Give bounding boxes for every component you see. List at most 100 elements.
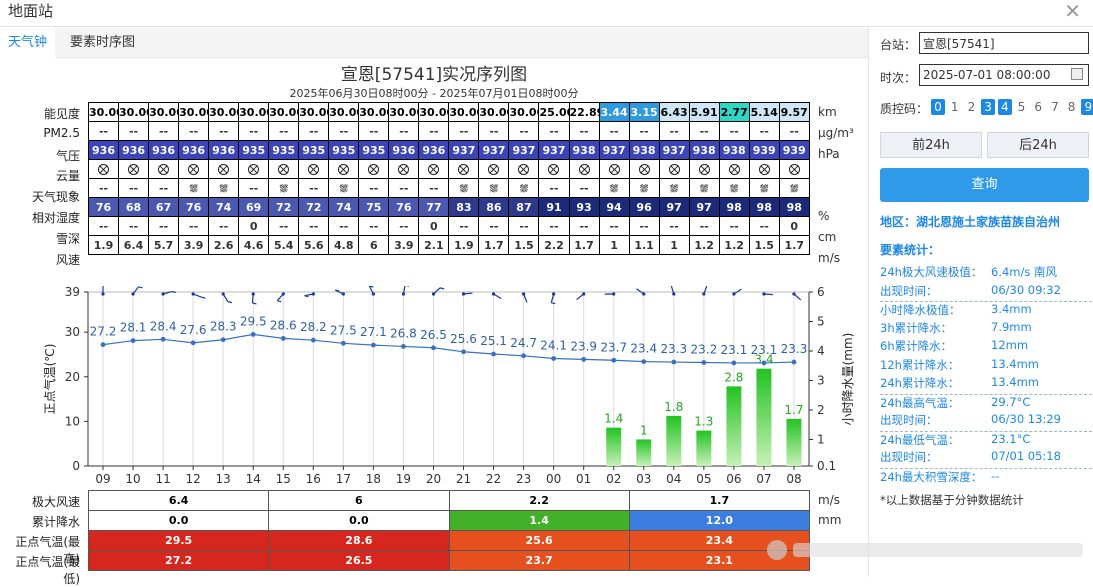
row-cloud xyxy=(89,160,810,179)
snow-cell: -- xyxy=(719,217,749,236)
snow-cell: -- xyxy=(659,217,689,236)
qc-code-8[interactable]: 8 xyxy=(1065,99,1079,115)
precip-bar-label: 2.8 xyxy=(724,370,743,384)
weather-cell: -- xyxy=(89,179,119,198)
wind-barb-dot xyxy=(732,292,735,295)
x-tick-label: 04 xyxy=(666,472,681,486)
cloud-cover-icon xyxy=(789,164,800,175)
stat-key: 12h累计降水： xyxy=(880,357,959,373)
qc-code-3[interactable]: 3 xyxy=(981,99,995,115)
stat-value: 12mm xyxy=(991,338,1028,352)
temperature-label: 23.3 xyxy=(781,342,808,356)
temperature-point xyxy=(101,342,106,347)
pm25-cell: -- xyxy=(749,122,779,141)
snow-cell: -- xyxy=(299,217,329,236)
summary-cell: 25.6 xyxy=(449,531,629,551)
x-tick-label: 02 xyxy=(606,472,621,486)
cloud-cover-icon xyxy=(458,164,469,175)
time-input[interactable] xyxy=(919,64,1089,86)
snow-cell: -- xyxy=(479,217,509,236)
wind-cell: 1.5 xyxy=(509,236,539,255)
wind-cell: 5.6 xyxy=(299,236,329,255)
pressure-cell: 937 xyxy=(509,141,539,160)
pressure-cell: 935 xyxy=(359,141,389,160)
wind-cell: 1.1 xyxy=(629,236,659,255)
x-tick-label: 20 xyxy=(426,472,441,486)
qc-code-6[interactable]: 6 xyxy=(1031,99,1045,115)
visibility-cell: 5.14 xyxy=(749,103,779,122)
cloud-cover-icon xyxy=(188,164,199,175)
weather-cell: -- xyxy=(149,179,179,198)
temperature-point xyxy=(701,360,706,365)
temperature-point xyxy=(641,359,646,364)
tab-element-timeseries[interactable]: 要素时序图 xyxy=(62,28,143,58)
wind-cell: 3.9 xyxy=(389,236,419,255)
wind-cell: 2.2 xyxy=(539,236,569,255)
temperature-point xyxy=(401,344,406,349)
humidity-cell: 86 xyxy=(479,198,509,217)
stat-key: 出现时间： xyxy=(880,412,938,428)
rain-icon: ⛆ xyxy=(790,184,798,195)
station-input[interactable] xyxy=(919,32,1089,54)
x-tick-label: 10 xyxy=(125,472,140,486)
cloud-cell xyxy=(119,160,149,179)
snow-cell: -- xyxy=(389,217,419,236)
qc-code-5[interactable]: 5 xyxy=(1015,99,1029,115)
pressure-cell: 938 xyxy=(719,141,749,160)
temperature-point xyxy=(281,336,286,341)
query-button[interactable]: 查询 xyxy=(880,168,1089,202)
temperature-point xyxy=(251,332,256,337)
weather-cell: -- xyxy=(239,179,269,198)
stat-key: 24h最高气温： xyxy=(880,395,959,411)
cloud-cover-icon xyxy=(729,164,740,175)
cloud-cell xyxy=(239,160,269,179)
qc-code-9[interactable]: 9 xyxy=(1081,99,1093,115)
stat-key: 小时降水极值： xyxy=(880,302,961,318)
calendar-icon[interactable] xyxy=(1071,68,1083,80)
qc-code-1[interactable]: 1 xyxy=(948,99,962,115)
chart-panel: 宣恩[57541]实况序列图 2025年06月30日08时00分 - 2025年… xyxy=(0,58,868,577)
wind-barb-dot xyxy=(252,292,255,295)
visibility-cell: 30.00 xyxy=(149,103,179,122)
summary-cell: 2.2 xyxy=(449,491,629,511)
weather-cell: ⛆ xyxy=(749,179,779,198)
wind-cell: 1.7 xyxy=(779,236,809,255)
wind-cell: 4.8 xyxy=(329,236,359,255)
wind-barb-flag xyxy=(228,302,232,303)
stats-note: *以上数据基于分钟数据统计 xyxy=(880,492,1024,508)
x-tick-label: 21 xyxy=(456,472,471,486)
qc-code-7[interactable]: 7 xyxy=(1048,99,1062,115)
row-label-wind: 风速 xyxy=(0,251,80,268)
next-24h-button[interactable]: 后24h xyxy=(987,132,1089,158)
cloud-cover-icon xyxy=(338,164,349,175)
pm25-cell: -- xyxy=(419,122,449,141)
wind-cell: 6 xyxy=(359,236,389,255)
tab-weather-clock[interactable]: 天气钟 xyxy=(0,28,55,58)
row-unit-visibility: km xyxy=(818,105,837,119)
close-icon[interactable]: ✕ xyxy=(1064,0,1081,22)
qc-code-0[interactable]: 0 xyxy=(931,99,945,115)
summary-unit: m/s xyxy=(818,493,840,507)
visibility-cell: 30.00 xyxy=(359,103,389,122)
pm25-cell: -- xyxy=(389,122,419,141)
visibility-cell: 30.00 xyxy=(119,103,149,122)
wind-barb-dot xyxy=(792,292,795,295)
humidity-cell: 97 xyxy=(689,198,719,217)
qc-code-2[interactable]: 2 xyxy=(964,99,978,115)
stats-title: 要素统计： xyxy=(880,241,940,258)
stat-row: 出现时间：07/01 05:18 xyxy=(880,449,1092,467)
cloud-cover-icon xyxy=(548,164,559,175)
row-label-snow: 雪深 xyxy=(0,230,80,247)
stat-value: 13.4mm xyxy=(991,375,1039,389)
cloud-cell xyxy=(719,160,749,179)
qc-code-4[interactable]: 4 xyxy=(998,99,1012,115)
y-left-tick-label: 10 xyxy=(65,414,80,428)
prev-24h-button[interactable]: 前24h xyxy=(880,132,982,158)
stat-key: 24h累计降水： xyxy=(880,375,959,391)
precip-bar xyxy=(756,369,771,466)
cloud-cover-icon xyxy=(248,164,259,175)
x-tick-label: 05 xyxy=(696,472,711,486)
weather-cell: ⛆ xyxy=(629,179,659,198)
y-right-tick-label: 3 xyxy=(817,373,825,387)
y-left-tick-label: 20 xyxy=(65,370,80,384)
